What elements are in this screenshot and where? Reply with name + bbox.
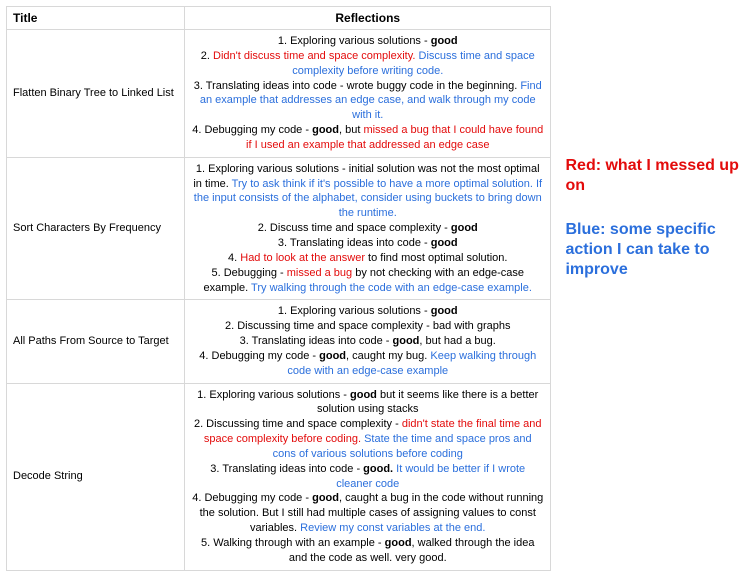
text-segment: good <box>312 492 339 504</box>
reflection-line: 1. Exploring various solutions - initial… <box>191 162 544 221</box>
text-segment: Didn't discuss time and space complexity… <box>213 50 415 62</box>
legend-blue: Blue: some specific action I can take to… <box>565 220 744 280</box>
table-row: Flatten Binary Tree to Linked List 1. Exp… <box>7 30 551 158</box>
header-row: Title Reflections <box>7 7 551 30</box>
text-segment: good. <box>363 463 393 475</box>
row-reflections: 1. Exploring various solutions - good2. … <box>185 300 551 383</box>
text-segment: 5. Debugging - <box>212 267 287 279</box>
text-segment: , but <box>339 124 363 136</box>
text-segment: 4. Debugging my code - <box>192 124 312 136</box>
reflection-line: 4. Debugging my code - good, caught my b… <box>191 349 544 379</box>
text-segment: good <box>431 35 458 47</box>
text-segment: 2. Discussing time and space complexity … <box>194 418 402 430</box>
text-segment: 4. Debugging my code - <box>199 350 319 362</box>
text-segment: , caught my bug. <box>346 350 430 362</box>
text-segment: 1. Exploring various solutions - <box>197 389 350 401</box>
text-segment: missed a bug <box>287 267 352 279</box>
legend: Red: what I messed up on Blue: some spec… <box>565 6 744 304</box>
header-title: Title <box>7 7 185 30</box>
reflection-line: 2. Discussing time and space complexity … <box>191 319 544 334</box>
text-segment: 2. Discuss time and space complexity - <box>258 222 451 234</box>
text-segment: 3. Translating ideas into code - <box>210 463 363 475</box>
text-segment: good <box>319 350 346 362</box>
reflection-line: 3. Translating ideas into code - good <box>191 236 544 251</box>
text-segment: Review my const variables at the end. <box>300 522 485 534</box>
table-row: Decode String1. Exploring various soluti… <box>7 383 551 570</box>
text-segment: good <box>431 305 458 317</box>
reflection-line: 1. Exploring various solutions - good <box>191 304 544 319</box>
reflection-line: 4. Had to look at the answer to find mos… <box>191 251 544 266</box>
text-segment: good <box>431 237 458 249</box>
row-title: Flatten Binary Tree to Linked List <box>7 30 185 158</box>
reflection-line: 5. Walking through with an example - goo… <box>191 536 544 566</box>
text-segment: to find most optimal solution. <box>365 252 507 264</box>
text-segment: Try to ask think if it's possible to hav… <box>194 178 542 220</box>
reflection-line: 2. Didn't discuss time and space complex… <box>191 49 544 79</box>
text-segment: Try walking through the code with an edg… <box>251 282 532 294</box>
reflections-table: Title Reflections Flatten Binary Tree to… <box>6 6 551 571</box>
row-reflections: 1. Exploring various solutions - good bu… <box>185 383 551 570</box>
reflection-line: 2. Discuss time and space complexity - g… <box>191 221 544 236</box>
table-row: Sort Characters By Frequency1. Exploring… <box>7 157 551 300</box>
legend-red: Red: what I messed up on <box>565 156 744 196</box>
reflection-line: 4. Debugging my code - good, caught a bu… <box>191 491 544 536</box>
text-segment: 2. <box>201 50 213 62</box>
row-reflections: 1. Exploring various solutions - initial… <box>185 157 551 300</box>
reflection-line: 5. Debugging - missed a bug by not check… <box>191 266 544 296</box>
row-title: Decode String <box>7 383 185 570</box>
text-segment: good <box>393 335 420 347</box>
reflection-line: 1. Exploring various solutions - good bu… <box>191 388 544 418</box>
row-reflections: 1. Exploring various solutions - good2. … <box>185 30 551 158</box>
page-wrap: Title Reflections Flatten Binary Tree to… <box>6 6 744 571</box>
header-reflections: Reflections <box>185 7 551 30</box>
reflection-line: 3. Translating ideas into code - wrote b… <box>191 79 544 124</box>
text-segment: 3. Translating ideas into code - <box>240 335 393 347</box>
text-segment: good <box>350 389 377 401</box>
reflection-line: 3. Translating ideas into code - good, b… <box>191 334 544 349</box>
reflection-line: 1. Exploring various solutions - good <box>191 34 544 49</box>
text-segment: 3. Translating ideas into code - <box>278 237 431 249</box>
text-segment: 4. <box>228 252 240 264</box>
text-segment: , but had a bug. <box>419 335 495 347</box>
row-title: Sort Characters By Frequency <box>7 157 185 300</box>
text-segment: Had to look at the answer <box>240 252 365 264</box>
text-segment: 1. Exploring various solutions - <box>278 35 431 47</box>
text-segment: good <box>385 537 412 549</box>
text-segment: 1. Exploring various solutions - <box>278 305 431 317</box>
text-segment: good <box>451 222 478 234</box>
text-segment: 2. Discussing time and space complexity … <box>225 320 511 332</box>
reflection-line: 4. Debugging my code - good, but missed … <box>191 123 544 153</box>
text-segment: 4. Debugging my code - <box>192 492 312 504</box>
table-row: All Paths From Source to Target1. Explor… <box>7 300 551 383</box>
reflection-line: 2. Discussing time and space complexity … <box>191 417 544 462</box>
text-segment: good <box>312 124 339 136</box>
reflection-line: 3. Translating ideas into code - good. I… <box>191 462 544 492</box>
text-segment: 3. Translating ideas into code - wrote b… <box>194 80 521 92</box>
text-segment: 5. Walking through with an example - <box>201 537 385 549</box>
row-title: All Paths From Source to Target <box>7 300 185 383</box>
